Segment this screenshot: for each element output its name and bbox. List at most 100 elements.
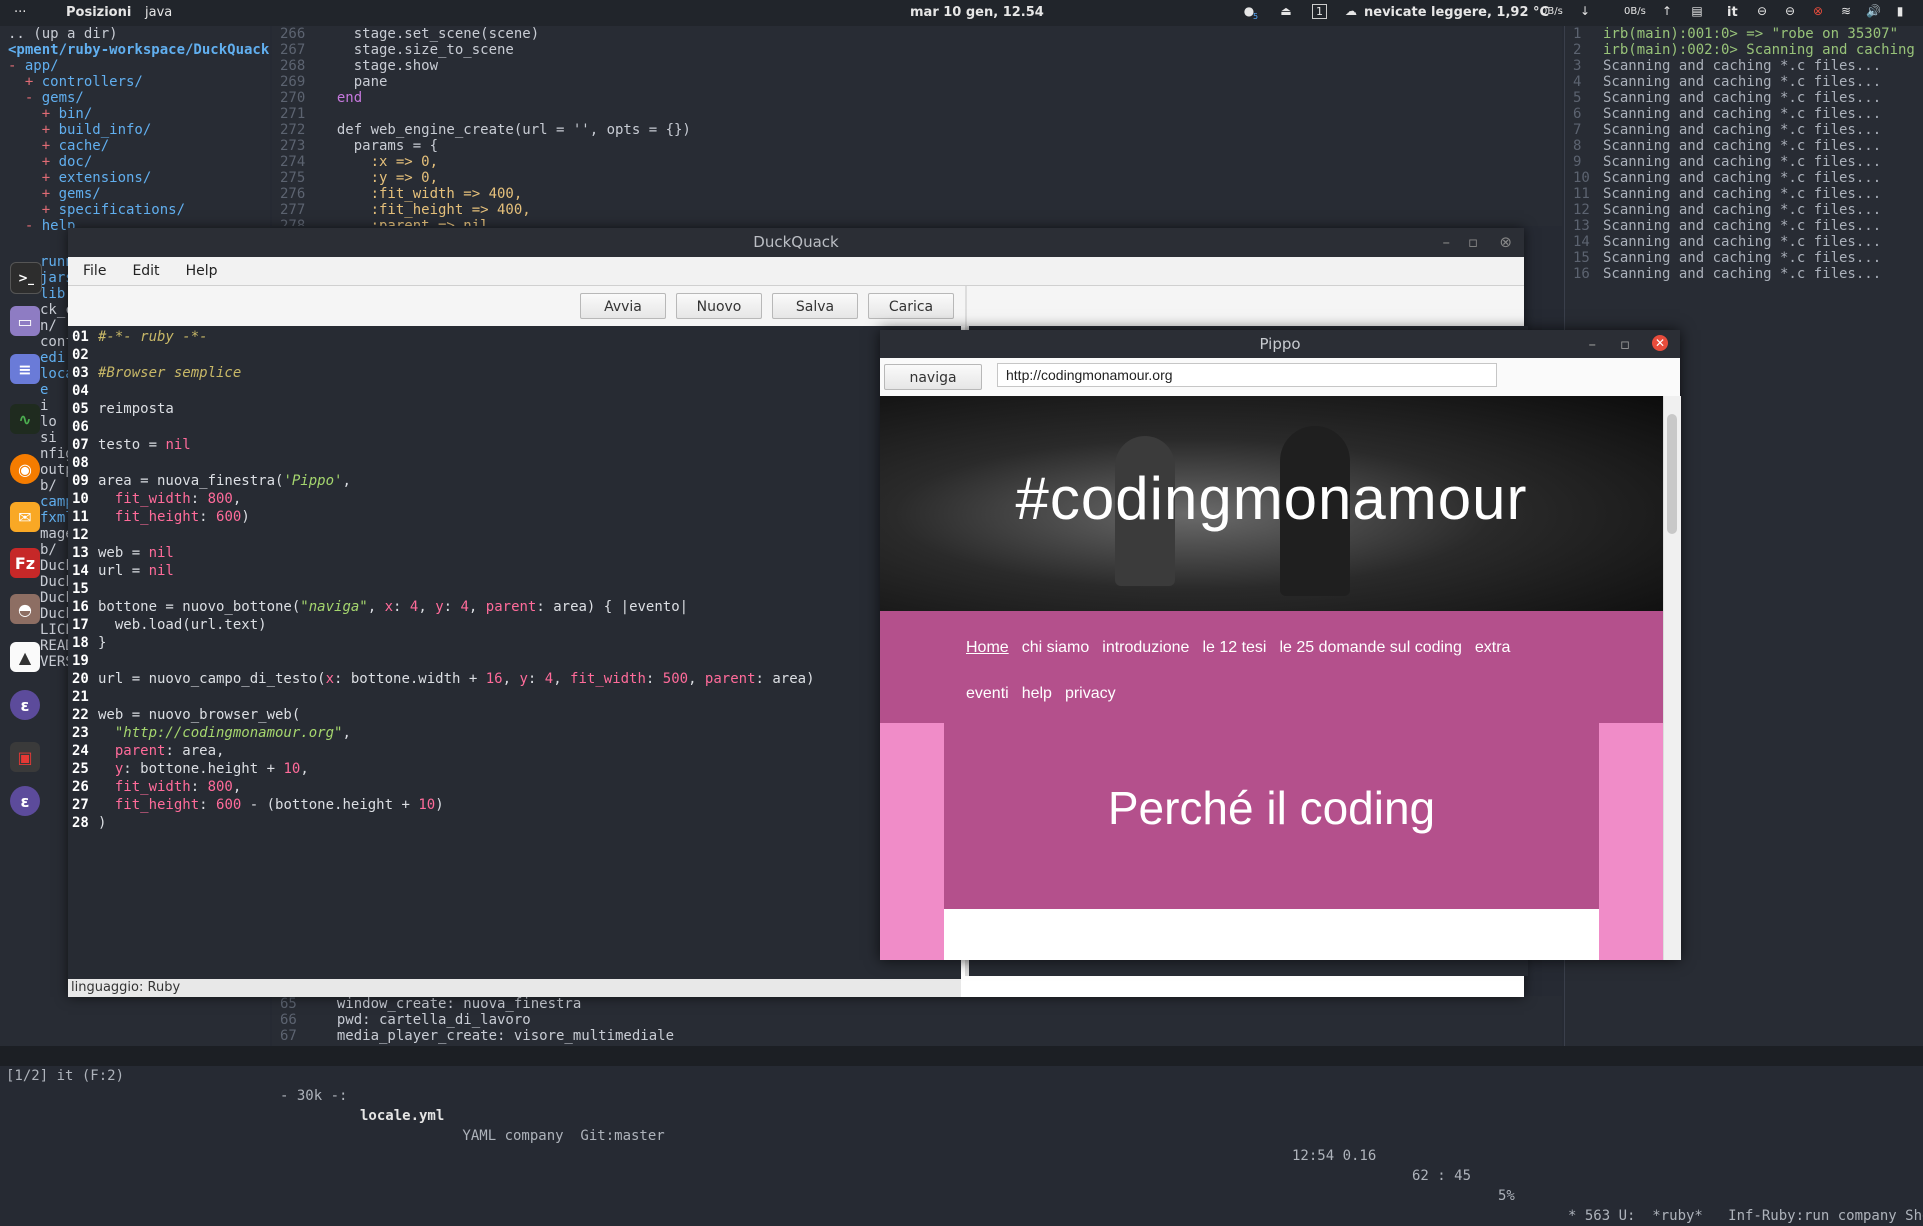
minus-circle-icon-2[interactable]: ⊖ [1783, 4, 1797, 18]
carica-button[interactable]: Carica [868, 293, 954, 319]
dired-up-dir[interactable]: .. (up a dir) [0, 26, 270, 42]
inkscape-icon[interactable]: ▲ [10, 642, 40, 672]
emacs-icon[interactable]: ε [10, 690, 40, 720]
keyboard-layout[interactable]: it [1727, 5, 1738, 20]
code-text: parent: area, [114, 743, 225, 759]
code-text: :x => 0, [320, 154, 439, 170]
code-line: 272 def web_engine_create(url = '', opts… [272, 122, 1562, 138]
site-nav-link[interactable]: privacy [1065, 685, 1116, 702]
naviga-button[interactable]: naviga [884, 364, 982, 390]
minimize-icon[interactable]: – [1443, 228, 1451, 257]
wifi-icon[interactable]: ≋ [1839, 4, 1853, 18]
nuovo-button[interactable]: Nuovo [676, 293, 762, 319]
maximize-icon[interactable]: ▫ [1468, 228, 1478, 257]
dired-entry[interactable]: + build_info/ [0, 122, 270, 138]
top-code: 266 stage.set_scene(scene) 267 stage.size… [272, 26, 1562, 226]
code-text: stage.set_scene(scene) [320, 26, 540, 42]
line-number: 9 [1573, 154, 1582, 170]
site-nav-link[interactable]: help [1022, 685, 1052, 702]
clock[interactable]: mar 10 gen, 12.54 [910, 5, 1044, 20]
places-menu[interactable]: Posizioni [66, 5, 131, 20]
text-editor-icon[interactable]: ≡ [10, 354, 40, 384]
code-text: #Browser semplice [98, 365, 242, 381]
splitter[interactable] [965, 286, 967, 326]
dired-entry[interactable]: - gems/ [0, 90, 270, 106]
line-number: 11 [72, 509, 89, 525]
active-app-label[interactable]: java [145, 5, 172, 20]
dired-entry[interactable]: + controllers/ [0, 74, 270, 90]
top-editor-pane[interactable]: 266 stage.set_scene(scene) 267 stage.size… [272, 26, 1562, 226]
weather-label[interactable]: nevicate leggere, 1,92 °C [1364, 5, 1549, 20]
bottom-editor-pane[interactable]: 65 window_create: nuova_finestra 66 pwd: … [272, 996, 1562, 1046]
minus-circle-icon[interactable]: ⊖ [1755, 4, 1769, 18]
avvia-button[interactable]: Avvia [580, 293, 666, 319]
dired-entry[interactable]: + extensions/ [0, 170, 270, 186]
menu-edit[interactable]: Edit [117, 257, 170, 279]
line-number: 67 [280, 1028, 297, 1044]
line-number: 6 [1573, 106, 1582, 122]
code-line: 278 :parent => nil [272, 218, 1562, 226]
volume-icon[interactable]: 🔊 [1866, 4, 1881, 18]
web-view[interactable]: #codingmonamour Home chi siamo introduzion… [880, 396, 1663, 960]
code-line: 11 fit_height: 600) [68, 508, 961, 526]
dired-entry[interactable]: + bin/ [0, 106, 270, 122]
workspace-indicator[interactable]: 1 [1312, 4, 1327, 19]
scrollbar-thumb[interactable] [1667, 414, 1677, 534]
irb-text: Scanning and caching *.c files... [1603, 218, 1882, 234]
line-number: 17 [72, 617, 89, 633]
code-line: 277 :fit_height => 400, [272, 202, 1562, 218]
site-nav-link[interactable]: eventi [966, 685, 1009, 702]
site-nav-link[interactable]: chi siamo [1022, 639, 1090, 656]
dired-entry[interactable]: - app/ [0, 58, 270, 74]
dired-entry[interactable]: + doc/ [0, 154, 270, 170]
irb-text: Scanning and caching *.c files... [1603, 154, 1882, 170]
site-navigation: Home chi siamo introduzione le 12 tesi le 25… [966, 625, 1576, 717]
emacs-icon-2[interactable]: ε [10, 786, 40, 816]
gimp-icon[interactable]: ◓ [10, 594, 40, 624]
dired-entry[interactable]: + gems/ [0, 186, 270, 202]
site-nav-link[interactable]: le 12 tesi [1202, 639, 1266, 656]
irb-text: Scanning and caching *.c files... [1603, 74, 1882, 90]
display-settings-icon[interactable]: ▣ [10, 742, 40, 772]
battery-icon[interactable]: ▮ [1893, 4, 1907, 18]
system-monitor-icon[interactable]: ∿ [10, 404, 40, 434]
menu-file[interactable]: File [68, 257, 117, 279]
minimize-icon[interactable]: – [1589, 330, 1597, 358]
web-scrollbar[interactable] [1663, 396, 1681, 960]
site-nav-link[interactable]: Home [966, 639, 1009, 656]
url-input[interactable] [997, 363, 1497, 387]
code-line: 27 fit_height: 600 - (bottone.height + 1… [68, 796, 961, 814]
code-line: 269 pane [272, 74, 1562, 90]
terminal-icon[interactable]: >_ [10, 262, 42, 294]
close-icon[interactable]: ⊗ [1499, 228, 1512, 257]
code-text: } [98, 635, 107, 651]
dired-entry[interactable]: + specifications/ [0, 202, 270, 218]
modeline-buffer-name[interactable]: locale.yml [360, 1106, 444, 1126]
site-nav-link[interactable]: extra [1475, 639, 1511, 656]
line-number: 4 [1573, 74, 1582, 90]
line-number: 269 [280, 74, 306, 90]
filezilla-icon[interactable]: Fz [10, 548, 40, 578]
firefox-icon[interactable]: ◉ [10, 454, 40, 484]
close-icon[interactable]: ✕ [1652, 335, 1668, 351]
code-text: ) [98, 815, 107, 831]
activities-menu[interactable]: ··· [14, 5, 26, 20]
site-nav-link[interactable]: le 25 domande sul coding [1279, 639, 1461, 656]
close-circle-icon[interactable]: ⊗ [1811, 4, 1825, 18]
irb-text: irb(main):001:0> => "robe on 35307" [1603, 26, 1899, 42]
dired-entry[interactable]: + cache/ [0, 138, 270, 154]
salva-button[interactable]: Salva [772, 293, 858, 319]
maximize-icon[interactable]: ▫ [1620, 330, 1630, 358]
eject-icon[interactable]: ⏏ [1279, 4, 1293, 18]
code-text: y: bottone.height + 10, [114, 761, 309, 777]
duckquack-titlebar[interactable]: DuckQuack – ▫ ⊗ [68, 228, 1524, 257]
files-icon[interactable]: ▭ [10, 306, 40, 336]
pippo-window[interactable]: Pippo – ▫ ✕ naviga #codingmonamour Homec… [880, 330, 1681, 960]
mail-icon[interactable]: ✉ [10, 502, 40, 532]
site-nav-link[interactable]: introduzione [1102, 639, 1189, 656]
pippo-titlebar[interactable]: Pippo – ▫ ✕ [880, 330, 1680, 358]
code-editor[interactable]: 01 #-*- ruby -*- 02 03 #Browser semplice 04 05… [68, 326, 961, 979]
clipboard-icon[interactable]: ▤ [1690, 4, 1704, 18]
menu-help[interactable]: Help [171, 257, 229, 279]
line-number: 22 [72, 707, 89, 723]
